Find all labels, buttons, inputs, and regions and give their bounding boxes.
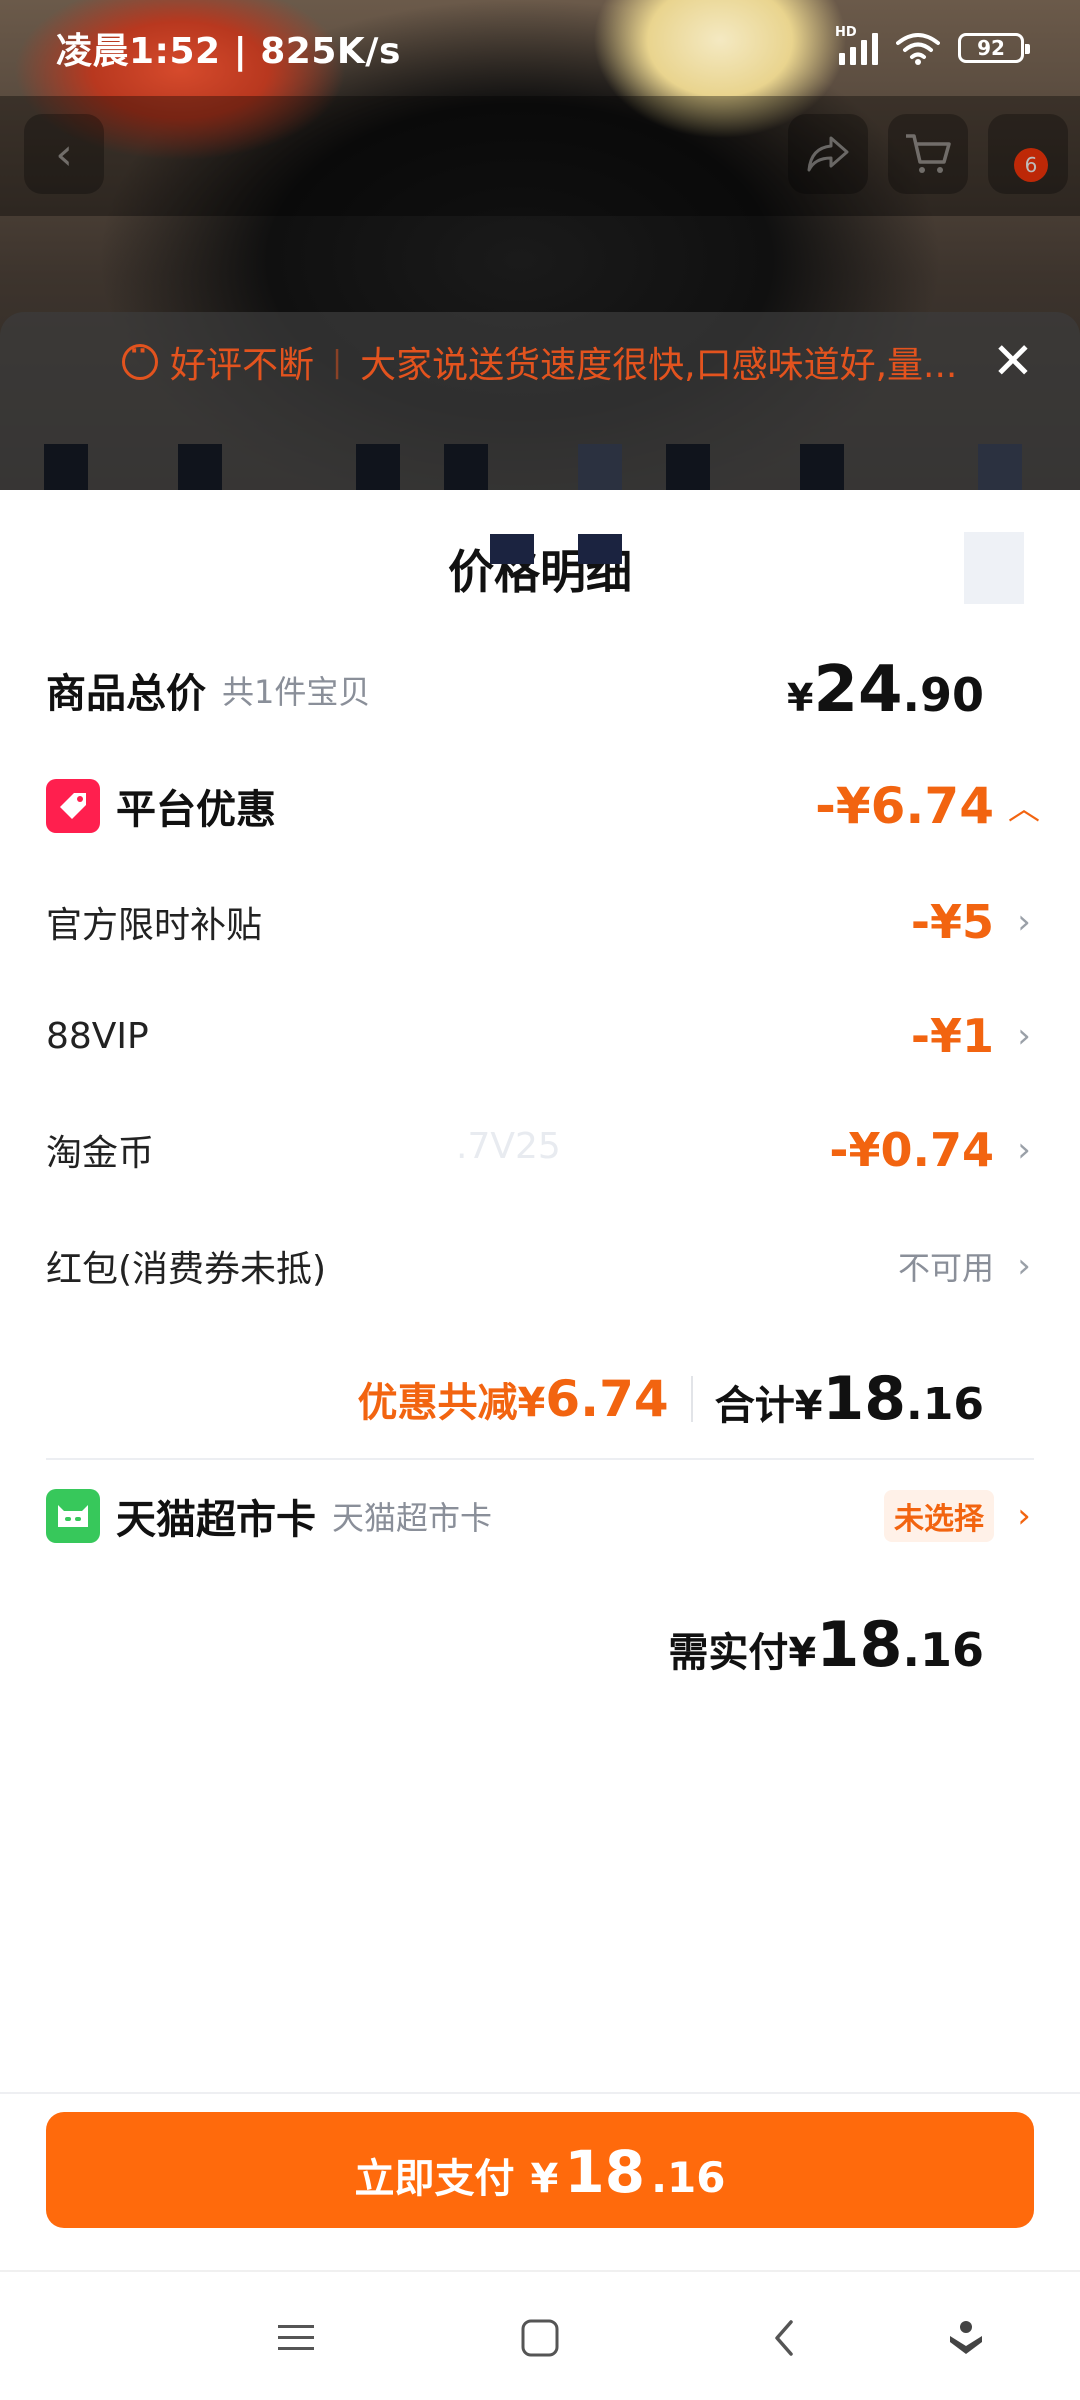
back-button[interactable]: ‹: [24, 114, 104, 194]
chevron-up-icon: ︿: [1008, 789, 1041, 827]
sheet-title: 价格明细: [448, 545, 632, 599]
goods-total-label: 商品总价: [46, 671, 206, 717]
discount-item-value: -¥5: [910, 895, 994, 949]
discount-item-label: 淘金币: [46, 1133, 155, 1174]
signal-icon: HD: [835, 25, 878, 65]
chevron-right-icon: ›: [1017, 1246, 1031, 1286]
system-back-button[interactable]: [754, 2308, 814, 2368]
discount-item-row[interactable]: 官方限时补贴 -¥5 ›: [46, 884, 1040, 960]
discount-item-label: 官方限时补贴: [46, 905, 263, 946]
strip-fragment: [666, 444, 710, 490]
tmall-card-status: 未选择: [884, 1490, 994, 1542]
share-button[interactable]: [788, 114, 868, 194]
share-icon: [807, 136, 849, 172]
chevron-right-icon: ›: [1017, 1016, 1031, 1056]
saved-total: 优惠共减¥6.74: [357, 1370, 669, 1428]
discount-item-row[interactable]: 88VIP -¥1 ›: [46, 998, 1040, 1074]
chevron-right-icon: ›: [1017, 1496, 1031, 1536]
pay-now-button[interactable]: 立即支付 ¥18.16: [46, 2112, 1034, 2228]
review-banner-text[interactable]: 好评不断 | 大家说送货速度很快,口感味道好,量...: [122, 334, 960, 390]
subtotal: 合计¥18.16: [714, 1364, 984, 1434]
chat-bubble-icon: [122, 339, 158, 380]
cart-count-badge: 6: [1014, 148, 1048, 182]
assistant-button[interactable]: [936, 2308, 996, 2368]
price-summary: 优惠共减¥6.74 合计¥18.16: [357, 1364, 984, 1434]
more-button[interactable]: 6: [988, 114, 1068, 194]
system-nav-bar: [0, 2270, 1080, 2400]
review-tag: 好评不断: [170, 345, 315, 386]
chevron-right-icon: ›: [1017, 1130, 1031, 1170]
review-snippet: 大家说送货速度很快,口感味道好,量...: [360, 345, 958, 386]
tmall-card-label: 天猫超市卡: [116, 1497, 316, 1543]
strip-fragment: [356, 444, 400, 490]
title-glitch-block: [490, 534, 534, 564]
pay-now-yen: ¥: [530, 2156, 559, 2202]
tmall-cat-icon: [46, 1489, 100, 1543]
price-detail-screen: 凌晨1:52 | 825K/s HD 92 ‹ 6 ·· 好评不断 | 大家说送…: [0, 0, 1080, 2400]
status-time-speed: 凌晨1:52 | 825K/s: [56, 31, 401, 72]
red-packet-status: 不可用: [897, 1249, 994, 1287]
assistant-icon: [950, 2321, 982, 2354]
battery-icon: 92: [958, 33, 1030, 63]
strip-fragment: [800, 444, 844, 490]
strip-fragment: [178, 444, 222, 490]
footer-divider: [0, 2092, 1080, 2094]
home-button[interactable]: [510, 2308, 570, 2368]
title-blank-block: [964, 532, 1024, 604]
chevron-left-icon: ‹: [55, 128, 73, 180]
hd-label: HD: [835, 25, 857, 40]
menu-icon: [278, 2325, 314, 2350]
goods-total-row: 商品总价 共1件宝贝 ¥24.90: [46, 650, 1040, 730]
summary-divider: [690, 1376, 693, 1422]
back-triangle-icon: [775, 2320, 793, 2356]
pay-now-label: 立即支付: [354, 2156, 515, 2202]
strip-fragment: [978, 444, 1022, 490]
discount-item-value: -¥0.74: [829, 1123, 994, 1177]
pay-now-dec: .16: [651, 2153, 726, 2202]
chevron-right-icon: ›: [1017, 902, 1031, 942]
section-divider: [46, 1458, 1034, 1460]
title-glitch-block: [578, 534, 622, 564]
review-separator: |: [332, 344, 343, 380]
status-icons: HD 92: [835, 25, 1030, 65]
strip-fragment: [578, 444, 622, 490]
cart-icon: [906, 134, 951, 173]
price-tag-icon: [46, 779, 100, 833]
platform-discount-row[interactable]: 平台优惠 -¥6.74 ︿: [46, 766, 1040, 846]
tmall-card-sub: 天猫超市卡: [332, 1499, 493, 1537]
pay-now-int: 18: [564, 2138, 646, 2206]
red-packet-row[interactable]: 红包(消费券未抵) 不可用 ›: [46, 1228, 1040, 1304]
goods-count-label: 共1件宝贝: [222, 673, 371, 711]
product-top-nav: ‹ 6: [0, 96, 1080, 216]
platform-discount-label: 平台优惠: [116, 787, 276, 833]
discount-item-value: -¥1: [910, 1009, 994, 1063]
need-pay-total: 需实付 ¥18.16: [668, 1608, 984, 1681]
watermark-text: .7V25: [456, 1126, 561, 1167]
red-packet-label: 红包(消费券未抵): [46, 1249, 327, 1290]
battery-level: 92: [977, 36, 1005, 60]
goods-total-price: ¥24.90: [786, 653, 984, 727]
discount-item-label: 88VIP: [46, 1015, 149, 1057]
platform-discount-value: -¥6.74: [815, 777, 994, 835]
cart-button[interactable]: [888, 114, 968, 194]
wifi-icon: [896, 33, 940, 65]
strip-fragment: [44, 444, 88, 490]
status-bar: 凌晨1:52 | 825K/s HD 92: [0, 0, 1080, 96]
menu-button[interactable]: [266, 2308, 326, 2368]
strip-fragment: [444, 444, 488, 490]
home-square-icon: [521, 2319, 559, 2357]
tmall-card-row[interactable]: 天猫超市卡 天猫超市卡 未选择 ›: [46, 1476, 1040, 1556]
close-icon[interactable]: ✕: [988, 336, 1038, 386]
